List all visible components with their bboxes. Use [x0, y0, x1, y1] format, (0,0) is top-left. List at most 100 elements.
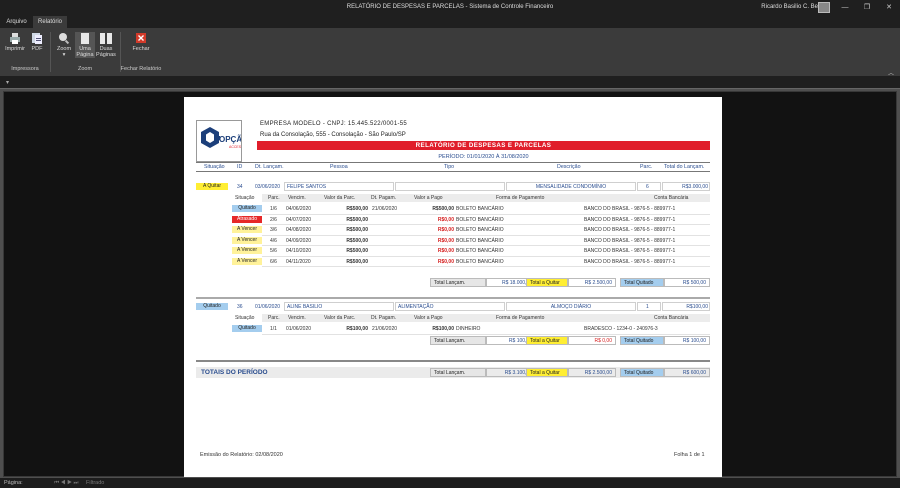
period-quitado-label: Total Quitado	[620, 368, 664, 377]
row-divider	[262, 255, 710, 257]
avatar[interactable]	[818, 2, 830, 13]
status-badge: Quitado	[196, 303, 228, 310]
installment-valor: R$500,00	[346, 227, 368, 233]
installment-venc: 01/06/2020	[286, 326, 312, 332]
col-dt-lancam: Dt. Lançam.	[255, 164, 284, 170]
close-icon	[136, 33, 146, 43]
sub-col-dtpag: Dt. Pagam.	[371, 195, 397, 201]
report-period: PERÍODO: 01/01/2020 À 31/08/2020	[438, 154, 529, 160]
period-lancam-label: Total Lançam.	[430, 368, 486, 377]
installment-valor: R$500,00	[346, 216, 368, 223]
report-title: RELATÓRIO DE DESPESAS E PARCELAS	[257, 141, 710, 150]
print-button[interactable]: Imprimir	[3, 32, 27, 52]
installment-pago: R$0,00	[437, 237, 454, 244]
company-name: EMPRESA MODELO - CNPJ: 15.445.522/0001-5…	[260, 121, 408, 127]
header-line	[196, 171, 710, 172]
installment-forma: BOLETO BANCÁRIO	[456, 237, 504, 244]
installment-venc: 04/09/2020	[286, 237, 312, 244]
sub-col-pago: Valor a Pago	[414, 315, 443, 321]
installment-forma: DINHEIRO	[456, 326, 481, 332]
installment-conta: BANCO DO BRASIL - 9876-5 - 889977-1	[584, 227, 676, 233]
entry-parc: 6	[646, 184, 649, 190]
row-divider	[262, 333, 710, 335]
installment-pago: R$0,00	[437, 248, 454, 254]
close-label: Fechar	[132, 46, 150, 52]
status-bar: Página: ⏮ ◀ ▶ ⏭ Filtrado	[0, 478, 900, 488]
installment-pago: R$100,00	[432, 326, 454, 332]
filter-label[interactable]: Filtrado	[86, 480, 104, 486]
period-quitar-value: R$ 2.500,00	[568, 368, 616, 377]
total-lancam-label: Total Lançam.	[430, 278, 486, 287]
sub-col-valor: Valor da Parc.	[324, 315, 356, 321]
installment-conta: BANCO DO BRASIL - 9876-5 - 889977-1	[584, 216, 676, 223]
close-report-button[interactable]: Fechar	[128, 32, 154, 52]
installment-forma: BOLETO BANCÁRIO	[456, 258, 504, 265]
installment-forma: BOLETO BANCÁRIO	[456, 248, 504, 254]
entry-date: 01/06/2020	[255, 304, 281, 310]
installment-dtpag: 21/06/2020	[372, 206, 398, 212]
entry-parc-box	[637, 182, 661, 191]
installment-venc: 04/10/2020	[286, 248, 312, 254]
report-viewer: OPÇÃO ACCESS EMPRESA MODELO - CNPJ: 15.4…	[0, 88, 900, 478]
entry-separator	[196, 297, 710, 299]
total-quitar-value: R$ 0,00	[568, 336, 616, 345]
tab-relatorio[interactable]: Relatório	[33, 16, 67, 28]
entry-parc: 1	[646, 304, 649, 310]
col-situacao: Situação	[204, 164, 225, 170]
two-pages-button[interactable]: Duas Páginas	[96, 32, 116, 58]
svg-text:OPÇÃO: OPÇÃO	[219, 135, 241, 144]
pdf-icon	[32, 33, 42, 44]
viewer-canvas: OPÇÃO ACCESS EMPRESA MODELO - CNPJ: 15.4…	[3, 91, 897, 477]
two-pages-icon	[100, 33, 112, 44]
pdf-button[interactable]: PDF	[28, 32, 46, 52]
sub-col-situacao: Situação	[235, 195, 255, 201]
zoom-dropdown-arrow: ▾	[62, 52, 66, 58]
installment-status-badge: A Vencer	[232, 236, 262, 244]
entry-id: 34	[237, 184, 243, 190]
entry-descricao: MENSALIDADE CONDOMÍNIO	[535, 184, 607, 190]
installment-parc: 2/6	[270, 216, 277, 223]
zoom-button[interactable]: Zoom ▾	[55, 32, 73, 58]
minimize-button[interactable]: —	[838, 2, 852, 13]
company-logo: OPÇÃO ACCESS	[196, 120, 248, 162]
row-divider	[262, 224, 710, 225]
installment-forma: BOLETO BANCÁRIO	[456, 216, 504, 223]
period-quitado-value: R$ 600,00	[664, 368, 710, 377]
ribbon-tabs: Arquivo Relatório	[0, 16, 900, 28]
col-descricao: Descrição	[557, 164, 581, 170]
installment-conta: BANCO DO BRASIL - 9876-5 - 889977-1	[584, 206, 676, 212]
close-window-button[interactable]: ✕	[882, 2, 896, 13]
tab-arquivo[interactable]: Arquivo	[0, 16, 33, 28]
maximize-button[interactable]: ❐	[860, 2, 874, 13]
entry-id: 36	[237, 304, 243, 310]
entry-pessoa: FELIPE SANTOS	[287, 184, 327, 190]
svg-text:ACCESS: ACCESS	[229, 145, 241, 149]
installment-conta: BANCO DO BRASIL - 9876-5 - 889977-1	[584, 258, 676, 265]
page-navigation[interactable]: ⏮ ◀ ▶ ⏭	[54, 480, 78, 486]
one-page-button[interactable]: Uma Página	[75, 32, 95, 58]
total-quitar-value: R$ 2.500,00	[568, 278, 616, 287]
sub-col-conta: Conta Bancária	[654, 195, 689, 201]
col-total-lancam: Total do Lançam.	[664, 164, 705, 170]
quick-access-toolbar[interactable]: ▾	[0, 76, 900, 88]
installment-venc: 04/06/2020	[286, 206, 312, 212]
total-lancam-label: Total Lançam.	[430, 336, 486, 345]
installment-parc: 3/6	[270, 227, 277, 233]
one-page-label-2: Página	[76, 52, 94, 58]
installment-conta: BRADESCO - 1234-0 - 240976-3	[584, 326, 658, 332]
row-divider	[262, 245, 710, 246]
installment-valor: R$500,00	[346, 206, 368, 212]
emission-date: Emissão do Relatório: 02/08/2020	[200, 452, 283, 458]
page-label: Página:	[4, 480, 23, 486]
installment-status-badge: A Vencer	[232, 226, 262, 233]
sub-col-forma: Forma de Pagamento	[496, 195, 545, 201]
installment-status-badge: A Vencer	[232, 257, 262, 265]
installment-status-badge: Quitado	[232, 325, 262, 332]
col-id: ID	[237, 164, 243, 170]
installment-parc: 1/6	[270, 206, 277, 212]
sub-col-forma: Forma de Pagamento	[496, 315, 545, 321]
installment-valor: R$100,00	[346, 326, 368, 332]
sub-col-conta: Conta Bancária	[654, 315, 689, 321]
total-quitar-label: Total a Quitar	[526, 336, 568, 345]
col-pessoa: Pessoa	[330, 164, 348, 170]
